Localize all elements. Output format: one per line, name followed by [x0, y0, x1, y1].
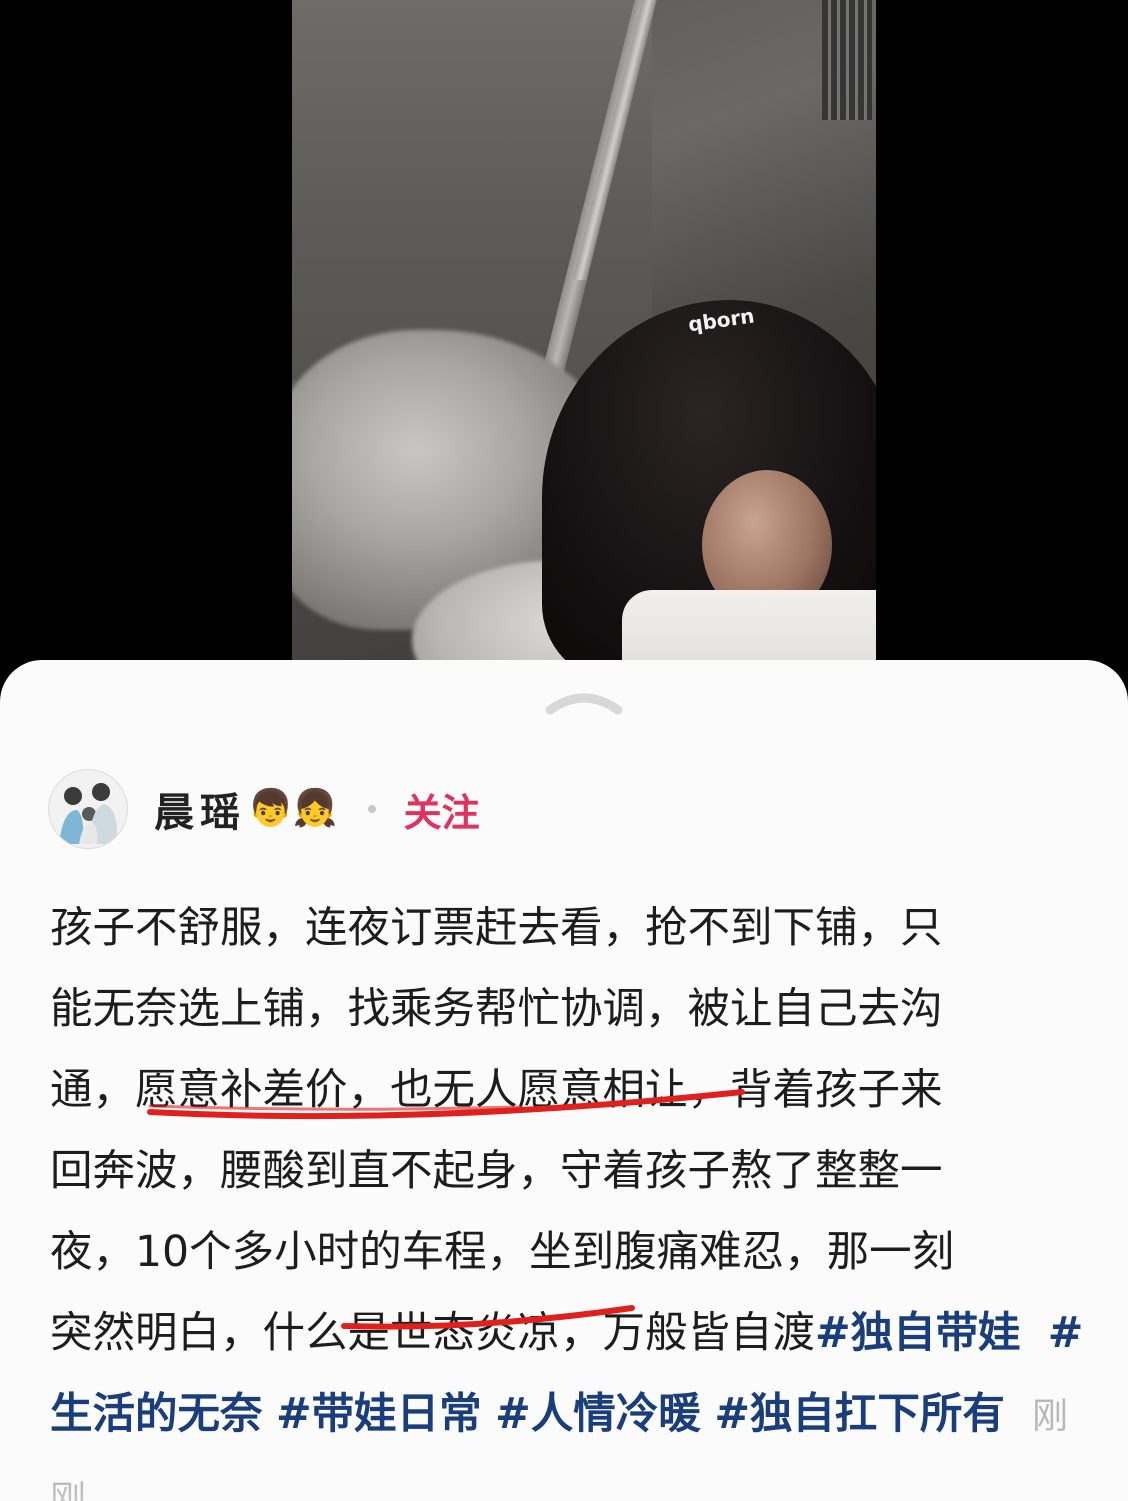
post-line: ，背着孩子来: [687, 1066, 943, 1115]
post-line: 能无奈选上铺，找乘务帮忙协调，被让自己去沟: [50, 985, 943, 1034]
avatar[interactable]: [48, 769, 128, 849]
author-emoji: 👦👧: [248, 788, 338, 829]
post-line: 夜，10个多小时的车程，坐到腹痛难忍，那一刻: [50, 1228, 955, 1277]
post-line: 孩子不舒服，连夜订票赶去看，抢不到下铺，只: [50, 904, 943, 953]
post-photo[interactable]: qborn: [292, 0, 876, 700]
post-line: 回奔波，腰酸到直不起身，守着孩子熬了整整一: [50, 1147, 943, 1196]
author-name[interactable]: 晨瑶: [154, 780, 246, 838]
author-row: 晨瑶 👦👧 关注: [48, 768, 480, 850]
hashtag-link[interactable]: #独自扛下所有: [714, 1390, 1005, 1439]
post-body: 孩子不舒服，连夜订票赶去看，抢不到下铺，只 能无奈选上铺，找乘务帮忙协调，被让自…: [50, 888, 1100, 1501]
post-line: 通，: [50, 1066, 136, 1115]
collapse-chevron-icon[interactable]: [544, 688, 624, 718]
underlined-phrase: 愿意补差价，也无人愿意相让: [135, 1066, 688, 1115]
follow-button[interactable]: 关注: [404, 782, 480, 837]
hashtag-link[interactable]: #带娃日常: [276, 1390, 482, 1439]
post-detail-screen: qborn 晨瑶 👦👧 关注 孩子不舒服，连夜订票赶去看，抢不到下铺，只 能无奈…: [0, 0, 1128, 1501]
post-line: ，万般皆自渡: [560, 1309, 816, 1358]
hashtag-link[interactable]: #人情冷暖: [495, 1390, 701, 1439]
underlined-phrase: 么是世态炎凉: [305, 1309, 561, 1358]
separator-dot: [367, 805, 376, 813]
avatar-family-icon: [59, 783, 118, 844]
hashtag-link[interactable]: #独自带娃: [815, 1309, 1021, 1358]
post-sheet: 晨瑶 👦👧 关注 孩子不舒服，连夜订票赶去看，抢不到下铺，只 能无奈选上铺，找乘…: [0, 660, 1128, 1501]
photo-ladder: [822, 0, 872, 120]
post-line: 突然明白，什: [50, 1309, 306, 1358]
